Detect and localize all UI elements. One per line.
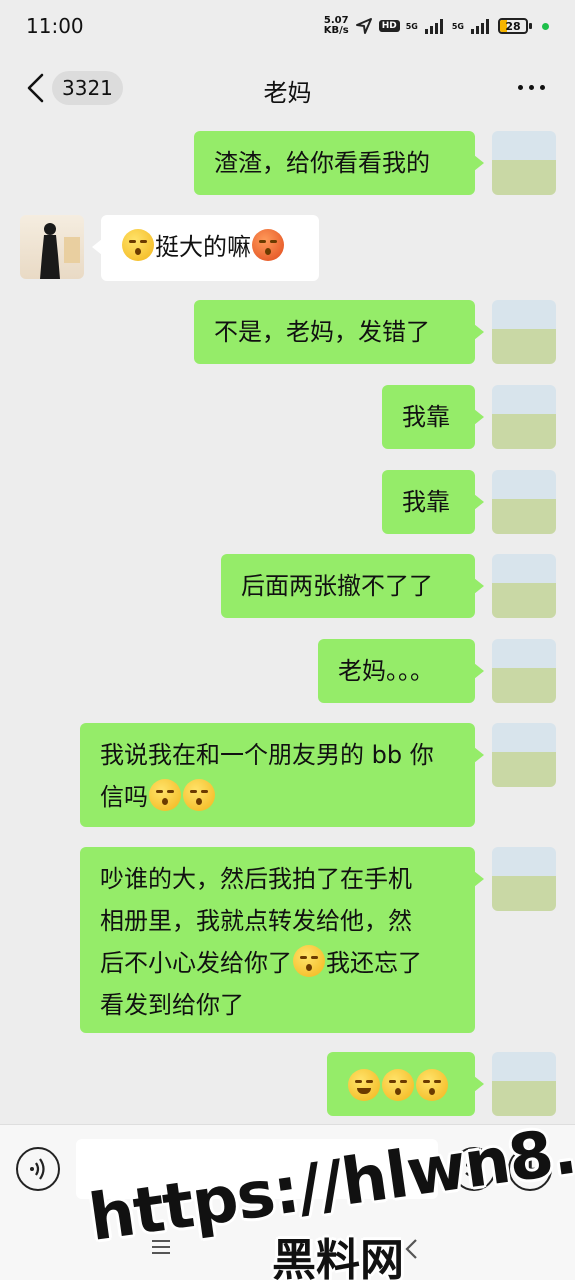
message-text: 渣渣，给你看看我的	[214, 149, 430, 177]
hot-face-emoji	[252, 229, 284, 261]
voice-icon	[30, 1158, 45, 1180]
joy-emoji	[348, 1069, 380, 1101]
message-bubble[interactable]: 我说我在和一个朋友男的 bb 你 信吗	[80, 723, 484, 827]
my-avatar[interactable]	[492, 554, 556, 618]
status-time: 11:00	[26, 14, 84, 38]
awkward-emoji	[149, 779, 181, 811]
message-text: 后面两张撤不了了	[241, 572, 433, 600]
awkward-emoji	[293, 945, 325, 977]
status-bar: 11:00 5.07 KB/s HD 5G 5G 28	[0, 0, 575, 52]
my-avatar[interactable]	[492, 1052, 556, 1116]
message-text: 我说我在和一个朋友男的 bb 你	[100, 741, 434, 769]
awkward-emoji	[183, 779, 215, 811]
message-bubble[interactable]: 后面两张撤不了了	[221, 554, 484, 618]
smiley-icon	[465, 1163, 483, 1178]
message-text: 我还忘了	[326, 949, 422, 977]
emoji-button[interactable]	[452, 1147, 496, 1191]
message-bubble[interactable]: 挺大的嘛	[92, 215, 319, 281]
location-icon	[355, 18, 372, 34]
message-bubble[interactable]: 我靠	[382, 385, 484, 449]
my-avatar[interactable]	[492, 385, 556, 449]
my-avatar[interactable]	[492, 300, 556, 364]
message-input[interactable]	[76, 1139, 438, 1199]
my-avatar[interactable]	[492, 723, 556, 787]
message-text: 后不小心发给你了	[100, 949, 292, 977]
message-text: 我靠	[402, 403, 450, 431]
message-text: 老妈。。。	[338, 657, 434, 685]
my-avatar[interactable]	[492, 847, 556, 911]
hand-over-mouth-emoji	[122, 229, 154, 261]
hd-voice-icon: HD	[378, 20, 400, 32]
message-text: 相册里，我就点转发给他，然	[100, 907, 412, 935]
awkward-emoji	[382, 1069, 414, 1101]
contact-avatar[interactable]	[20, 215, 84, 279]
status-icons: 5.07 KB/s HD 5G 5G 28	[324, 16, 549, 36]
message-bubble[interactable]: 吵谁的大，然后我拍了在手机 相册里，我就点转发给他，然 后不小心发给你了 我还忘了…	[80, 847, 484, 1033]
chat-title: 老妈	[263, 79, 312, 107]
message-text: 挺大的嘛	[155, 233, 251, 261]
message-text: 我靠	[402, 488, 450, 516]
message-text: 信吗	[100, 783, 148, 811]
battery-icon: 28	[498, 18, 532, 34]
message-bubble[interactable]	[327, 1052, 484, 1116]
system-menu-icon[interactable]	[152, 1240, 170, 1258]
network-speed: 5.07 KB/s	[323, 15, 349, 36]
message-bubble[interactable]: 渣渣，给你看看我的	[194, 131, 484, 195]
my-avatar[interactable]	[492, 131, 556, 195]
more-functions-button[interactable]	[508, 1147, 552, 1191]
message-text: 吵谁的大，然后我拍了在手机	[100, 865, 412, 893]
awkward-emoji	[416, 1069, 448, 1101]
privacy-indicator-dot	[542, 22, 549, 30]
voice-input-button[interactable]	[16, 1147, 60, 1191]
my-avatar[interactable]	[492, 639, 556, 703]
person-photo	[40, 223, 80, 279]
message-bubble[interactable]: 老妈。。。	[318, 639, 484, 703]
more-options-icon[interactable]	[518, 85, 545, 90]
signal-icon	[471, 19, 489, 34]
sim1-label: 5G	[405, 21, 418, 31]
chat-header: 3321 老妈	[0, 55, 575, 121]
message-text: 看发到给你了	[100, 991, 244, 1019]
sim2-label: 5G	[451, 21, 464, 31]
message-bubble[interactable]: 我靠	[382, 470, 484, 534]
my-avatar[interactable]	[492, 470, 556, 534]
message-text: 不是，老妈，发错了	[214, 318, 430, 346]
message-bubble[interactable]: 不是，老妈，发错了	[194, 300, 484, 364]
input-bar	[0, 1124, 575, 1280]
system-back-icon[interactable]	[404, 1238, 420, 1260]
signal-icon	[424, 19, 443, 34]
